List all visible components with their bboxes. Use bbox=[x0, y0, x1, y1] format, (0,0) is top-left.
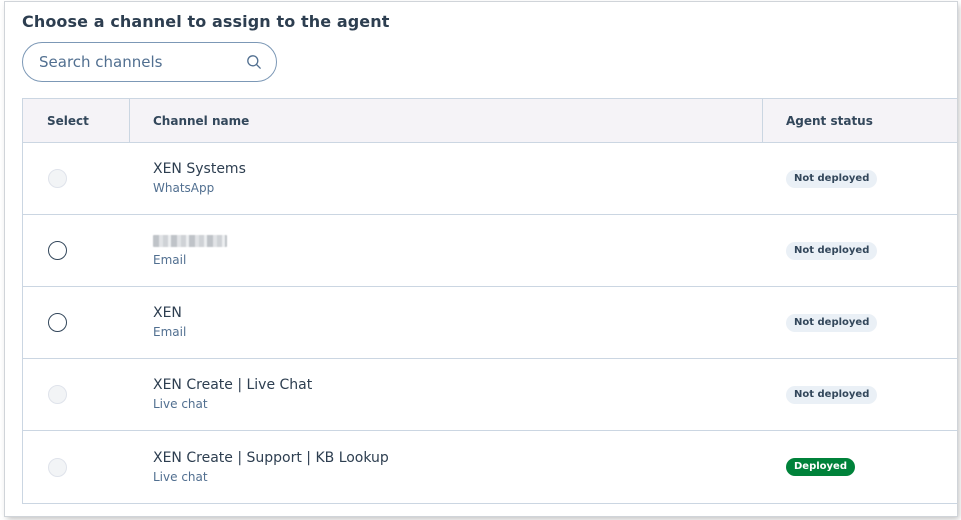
search-input[interactable] bbox=[39, 53, 246, 71]
channel-info: Email bbox=[153, 232, 227, 269]
page-title: Choose a channel to assign to the agent bbox=[22, 12, 390, 31]
status-badge: Not deployed bbox=[786, 313, 878, 332]
table-row[interactable]: XEN Create | Support | KB Lookup Live cha… bbox=[23, 431, 957, 503]
channel-name-cell: XEN Create | Support | KB Lookup Live cha… bbox=[130, 431, 763, 503]
channel-info: XEN Create | Support | KB Lookup Live cha… bbox=[153, 449, 389, 486]
channel-name-cell: XEN Systems WhatsApp bbox=[130, 143, 763, 214]
select-radio bbox=[48, 169, 67, 188]
select-cell bbox=[23, 287, 130, 358]
select-cell bbox=[23, 143, 130, 214]
table-row[interactable]: XEN Systems WhatsApp Not deployed bbox=[23, 143, 957, 215]
agent-status-cell: Not deployed bbox=[763, 143, 957, 214]
agent-status-cell: Not deployed bbox=[763, 359, 957, 430]
table-row[interactable]: XEN Create | Live Chat Live chat Not deplo… bbox=[23, 359, 957, 431]
table-row[interactable]: Email Not deployed bbox=[23, 215, 957, 287]
status-badge: Deployed bbox=[786, 458, 855, 476]
channel-type: WhatsApp bbox=[153, 181, 215, 195]
agent-status-cell: Deployed bbox=[763, 431, 957, 503]
header-select: Select bbox=[23, 99, 130, 142]
channel-name: XEN Create | Support | KB Lookup bbox=[153, 449, 389, 466]
search-icon[interactable] bbox=[246, 54, 262, 70]
select-cell bbox=[23, 431, 130, 503]
select-radio bbox=[48, 385, 67, 404]
agent-status-cell: Not deployed bbox=[763, 287, 957, 358]
table-row[interactable]: XEN Email Not deployed bbox=[23, 287, 957, 359]
agent-status-cell: Not deployed bbox=[763, 215, 957, 286]
channel-type: Live chat bbox=[153, 397, 208, 411]
redacted-channel-name bbox=[153, 235, 227, 247]
table-header: Select Channel name Agent status bbox=[23, 99, 957, 143]
status-badge: Not deployed bbox=[786, 385, 878, 404]
channel-name-cell: Email bbox=[130, 215, 763, 286]
channel-name: XEN bbox=[153, 305, 182, 321]
select-radio bbox=[48, 457, 67, 477]
header-agent-status[interactable]: Agent status bbox=[763, 99, 957, 142]
channel-name: XEN Create | Live Chat bbox=[153, 377, 313, 393]
channel-info: XEN Create | Live Chat Live chat bbox=[153, 376, 312, 413]
channel-info: XEN Systems WhatsApp bbox=[153, 160, 246, 197]
select-radio[interactable] bbox=[48, 313, 67, 332]
channel-name-cell: XEN Email bbox=[130, 287, 763, 358]
status-badge: Not deployed bbox=[786, 169, 878, 188]
channel-info: XEN Email bbox=[153, 304, 186, 341]
channel-type: Email bbox=[153, 253, 187, 267]
select-radio[interactable] bbox=[48, 241, 67, 260]
channel-type: Live chat bbox=[153, 469, 208, 484]
channel-name: XEN Systems bbox=[153, 161, 246, 177]
select-cell bbox=[23, 215, 130, 286]
select-cell bbox=[23, 359, 130, 430]
channel-picker-panel: Choose a channel to assign to the agent … bbox=[5, 2, 957, 516]
channels-table: Select Channel name Agent status XEN Sys… bbox=[22, 98, 957, 504]
table-body: XEN Systems WhatsApp Not deployed Email Not … bbox=[23, 143, 957, 503]
status-badge: Not deployed bbox=[786, 241, 878, 260]
header-channel-name[interactable]: Channel name bbox=[130, 99, 763, 142]
channel-name-cell: XEN Create | Live Chat Live chat bbox=[130, 359, 763, 430]
search-box[interactable] bbox=[22, 42, 277, 82]
channel-type: Email bbox=[153, 325, 187, 339]
